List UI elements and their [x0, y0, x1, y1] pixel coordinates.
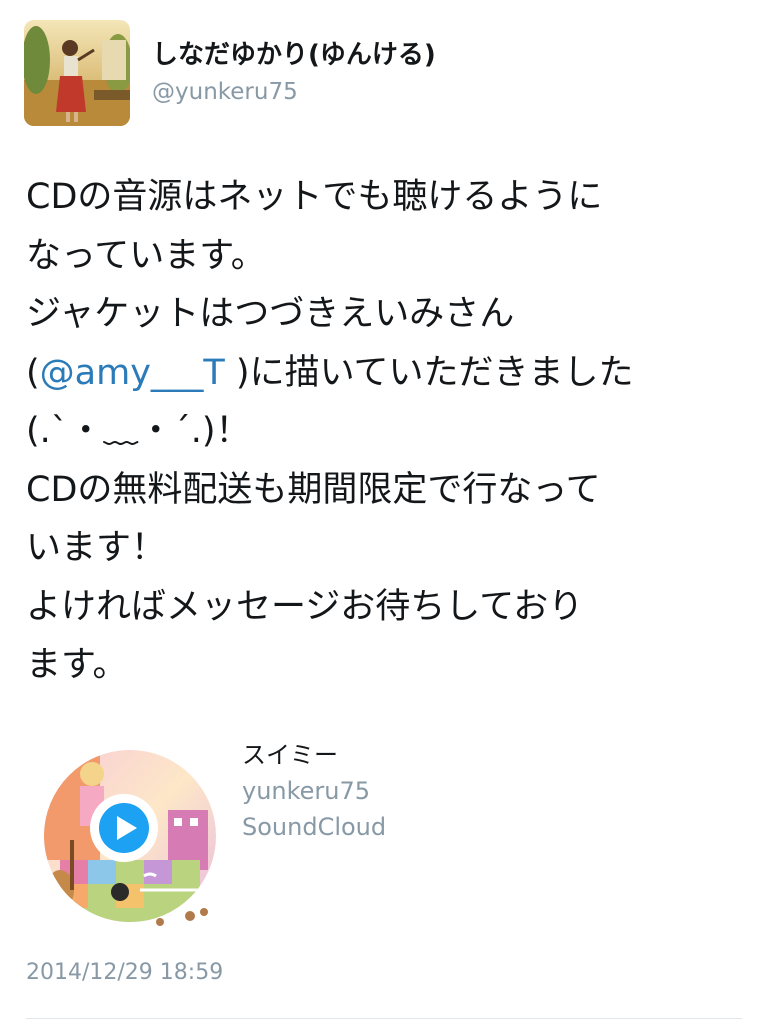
user-names: しなだゆかり(ゆんける) @yunkeru75 — [152, 38, 436, 108]
play-button[interactable] — [88, 792, 160, 864]
tweet-line: ジャケットはつづきえいみさん — [26, 294, 515, 334]
card-meta: スイミー yunkeru75 SoundCloud — [242, 740, 386, 842]
display-name[interactable]: しなだゆかり(ゆんける) — [152, 38, 436, 72]
tweet-header: しなだゆかり(ゆんける) @yunkeru75 — [24, 20, 436, 128]
mention-link[interactable]: @amy___T — [40, 353, 225, 393]
soundcloud-card[interactable]: スイミー yunkeru75 SoundCloud — [40, 740, 460, 940]
divider — [26, 1018, 742, 1019]
tweet-line: CDの無料配送も期間限定で行なって — [26, 469, 601, 510]
tweet-line: (.`・﹏・´.)！ — [26, 411, 251, 451]
tweet-line-mention: (@amy___T )に描いていただきました — [26, 344, 746, 403]
tweet-detail: しなだゆかり(ゆんける) @yunkeru75 CDの音源はネットでも聴けるよう… — [0, 0, 768, 1024]
paren-open: ( — [26, 352, 40, 393]
card-source: SoundCloud — [242, 813, 387, 841]
avatar-photo — [24, 20, 130, 126]
tweet-line: います！ — [26, 528, 167, 568]
tweet-line: CDの音源はネットでも聴けるように — [26, 177, 603, 217]
avatar[interactable] — [24, 20, 130, 126]
tweet-timestamp: 2014/12/29 18:59 — [26, 960, 224, 985]
tweet-line: ます。 — [26, 645, 128, 685]
mention-trailing-text: )に描いていただきました — [224, 352, 634, 393]
user-handle[interactable]: @yunkeru75 — [152, 76, 436, 108]
track-title[interactable]: スイミー — [242, 740, 386, 770]
tweet-line: なっています。 — [26, 235, 266, 276]
tweet-text: CDの音源はネットでも聴けるように なっています。 ジャケットはつづきえいみさん… — [26, 168, 746, 695]
track-author: yunkeru75 — [242, 777, 371, 805]
play-icon — [90, 794, 158, 862]
tweet-line: よければメッセージお待ちしており — [26, 586, 584, 627]
